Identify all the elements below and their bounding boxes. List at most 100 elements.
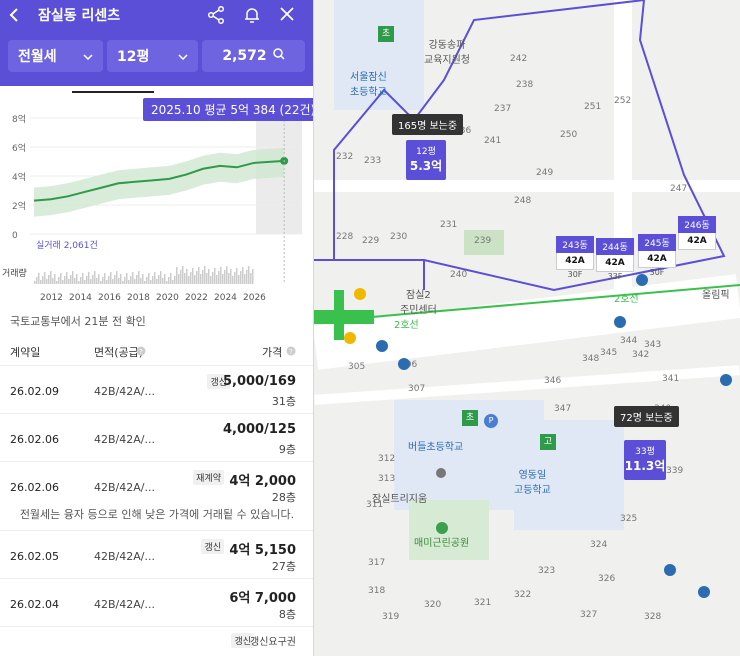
subway-icon[interactable]	[636, 274, 648, 286]
building-number[interactable]: 325	[620, 514, 637, 524]
building-number[interactable]: 242	[510, 54, 527, 64]
park-icon[interactable]	[436, 522, 448, 534]
building-number[interactable]: 239	[474, 236, 491, 246]
building-number[interactable]: 319	[382, 612, 399, 622]
building-number[interactable]: 230	[390, 232, 407, 242]
map-label-center[interactable]: 잠실2 주민센터	[400, 286, 437, 316]
volume-bar	[78, 281, 80, 284]
price-chart[interactable]: 8억 6억 4억 2억 0 실거래 2,061건거래량 2012 2014 2016 2018 20…	[0, 94, 314, 308]
building-number[interactable]: 233	[364, 156, 381, 166]
map-label-park[interactable]: 매미근린공원	[414, 534, 469, 549]
price-pin-second[interactable]: 33평 11.3억	[624, 440, 666, 480]
building-number[interactable]: 252	[614, 96, 631, 106]
close-icon[interactable]	[279, 6, 295, 24]
building-number[interactable]: 313	[378, 474, 395, 484]
building-poi-icon[interactable]	[436, 468, 446, 478]
table-row[interactable]: 26.02.04 42B/42A/... 6억 7,000 8층	[0, 578, 313, 626]
building-number[interactable]: 232	[336, 152, 353, 162]
building-number[interactable]: 320	[424, 600, 441, 610]
building-number[interactable]: 312	[378, 454, 395, 464]
building-number[interactable]: 241	[484, 136, 501, 146]
building-number[interactable]: 328	[644, 612, 661, 622]
building-number[interactable]: 238	[516, 80, 533, 90]
dong-marker[interactable]: 245동 42A 30F	[638, 234, 676, 277]
building-number[interactable]: 342	[632, 350, 649, 360]
size-select[interactable]: 12평	[107, 40, 199, 72]
building-number[interactable]: 318	[368, 586, 385, 596]
bus-stop-icon[interactable]	[664, 564, 676, 576]
bus-stop-icon[interactable]	[376, 340, 388, 352]
building-number[interactable]: 231	[440, 220, 457, 230]
map-label-school1[interactable]: 서울잠신 초등학교	[350, 68, 387, 98]
building-number[interactable]: 348	[582, 354, 599, 364]
volume-bar	[252, 269, 254, 284]
dong-marker[interactable]: 243동 42A 30F	[556, 236, 594, 279]
building-number[interactable]: 228	[336, 232, 353, 242]
building-number[interactable]: 305	[348, 362, 365, 372]
table-row[interactable]: 26.02.05 42B/42A/... 갱신 4억 5,150 27층	[0, 530, 313, 578]
line8-station-icon[interactable]	[354, 288, 366, 300]
building-number[interactable]: 339	[666, 466, 683, 476]
bus-stop-icon[interactable]	[614, 316, 626, 328]
dong-marker[interactable]: 246동 42A	[678, 216, 716, 250]
building-number[interactable]: 327	[580, 610, 597, 620]
table-row[interactable]: 갱신 갱신요구권	[0, 626, 313, 656]
volume-bar	[178, 274, 180, 284]
volume-bar	[182, 266, 184, 284]
map-label-trizium[interactable]: 잠실트리지움	[372, 490, 427, 505]
row-note: 갱신요구권	[250, 637, 296, 648]
bell-icon[interactable]	[243, 6, 261, 24]
building-number[interactable]: 249	[536, 168, 553, 178]
map-label-yeongdong[interactable]: 영동일 고등학교	[514, 466, 551, 496]
building-number[interactable]: 322	[514, 590, 531, 600]
building-number[interactable]: 321	[474, 598, 491, 608]
map-view[interactable]: 3063073053123133113173183193203213223233…	[314, 0, 740, 656]
building-number[interactable]: 345	[600, 348, 617, 358]
info-icon[interactable]: ?	[286, 346, 296, 359]
volume-bar	[46, 279, 48, 284]
building-number[interactable]: 248	[514, 196, 531, 206]
building-number[interactable]: 229	[362, 236, 379, 246]
share-icon[interactable]	[207, 6, 225, 24]
building-number[interactable]: 323	[538, 566, 555, 576]
building-number[interactable]: 341	[662, 374, 679, 384]
volume-bar	[106, 280, 108, 284]
building-number[interactable]: 247	[670, 184, 687, 194]
bus-stop-icon[interactable]	[720, 374, 732, 386]
building-number[interactable]: 250	[560, 130, 577, 140]
building-number[interactable]: 343	[644, 340, 661, 350]
volume-bar	[140, 278, 142, 284]
high-school-icon[interactable]: 고	[540, 434, 556, 450]
building-number[interactable]: 324	[590, 540, 607, 550]
table-row[interactable]: 26.02.06 42B/42A/... 재계약 4억 2,000 28층	[0, 461, 313, 506]
building-number[interactable]: 346	[544, 376, 561, 386]
building-number[interactable]: 344	[620, 336, 637, 346]
building-number[interactable]: 240	[450, 270, 467, 280]
map-label-buddle[interactable]: 버들초등학교	[408, 438, 463, 453]
line1-station-icon[interactable]	[344, 332, 356, 344]
bus-stop-icon[interactable]	[698, 586, 710, 598]
price-pin-main[interactable]: 12평 5.3억	[406, 140, 446, 180]
map-label-edu[interactable]: 강동송파 교육지원청	[424, 36, 470, 66]
info-icon[interactable]: ?	[136, 346, 146, 359]
trade-type-select[interactable]: 전월세	[8, 40, 104, 72]
parking-icon[interactable]: P	[484, 414, 498, 428]
volume-bar	[48, 275, 50, 284]
volume-bar	[206, 273, 208, 284]
building-number[interactable]: 251	[584, 102, 601, 112]
table-row[interactable]: 26.02.09 42B/42A/... 갱신 5,000/169 31층	[0, 365, 313, 413]
listing-count-button[interactable]: 2,572	[202, 40, 305, 72]
volume-bar	[40, 280, 42, 284]
school-icon[interactable]: 초	[462, 410, 478, 426]
building-number[interactable]: 326	[598, 574, 615, 584]
building-number[interactable]: 237	[494, 104, 511, 114]
table-row[interactable]: 26.02.06 42B/42A/... 4,000/125 9층	[0, 413, 313, 461]
back-icon[interactable]	[8, 7, 20, 23]
dong-marker[interactable]: 244동 42A 33F	[596, 238, 634, 281]
building-number[interactable]: 347	[554, 404, 571, 414]
school-icon[interactable]: 초	[378, 26, 394, 42]
bus-stop-icon[interactable]	[398, 358, 410, 370]
volume-bar	[156, 279, 158, 284]
building-number[interactable]: 307	[408, 384, 425, 394]
building-number[interactable]: 317	[368, 558, 385, 568]
